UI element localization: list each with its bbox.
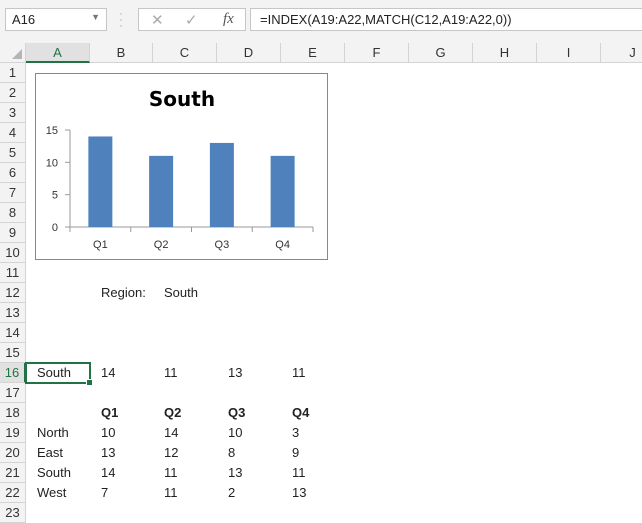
row-header-20[interactable]: 20 <box>0 443 26 463</box>
formula-bar-area: A16 ▼ · · · ✕ ✓ fx =INDEX(A19:A22,MATCH(C12… <box>0 0 642 43</box>
chart-title: South <box>149 87 215 111</box>
cell-E22[interactable]: 13 <box>281 483 306 503</box>
bar-Q1 <box>88 136 113 227</box>
cell-D16[interactable]: 13 <box>217 363 242 383</box>
cell-A21[interactable]: South <box>26 463 71 483</box>
x-tick-label: Q4 <box>275 239 290 251</box>
chart-svg: South 0 5 10 15 Q1 Q2 Q3 Q4 <box>46 87 314 251</box>
row-header-2[interactable]: 2 <box>0 83 26 103</box>
cell-B12[interactable]: Region: <box>90 283 146 303</box>
formula-input[interactable]: =INDEX(A19:A22,MATCH(C12,A19:A22,0)) <box>250 8 642 31</box>
row-header-6[interactable]: 6 <box>0 163 26 183</box>
column-header-B[interactable]: B <box>90 43 153 63</box>
select-all-button[interactable] <box>0 43 26 63</box>
cell-E19[interactable]: 3 <box>281 423 299 443</box>
column-header-C[interactable]: C <box>153 43 217 63</box>
cancel-icon[interactable]: ✕ <box>151 11 164 29</box>
cell-C16[interactable]: 11 <box>153 363 178 383</box>
row-header-7[interactable]: 7 <box>0 183 26 203</box>
row-header-21[interactable]: 21 <box>0 463 26 483</box>
cell-D22[interactable]: 2 <box>217 483 235 503</box>
column-header-G[interactable]: G <box>409 43 473 63</box>
bar-Q2 <box>149 155 174 227</box>
formula-buttons: ✕ ✓ fx <box>138 8 246 31</box>
cell-C20[interactable]: 12 <box>153 443 178 463</box>
cell-B16[interactable]: 14 <box>90 363 115 383</box>
cell-C22[interactable]: 11 <box>153 483 178 503</box>
row-header-3[interactable]: 3 <box>0 103 26 123</box>
y-tick-label: 10 <box>46 157 58 169</box>
cell-B19[interactable]: 10 <box>90 423 115 443</box>
cell-D18[interactable]: Q3 <box>217 403 245 423</box>
fx-icon[interactable]: fx <box>223 11 234 28</box>
row-header-19[interactable]: 19 <box>0 423 26 443</box>
row-header-11[interactable]: 11 <box>0 263 26 283</box>
cell-C21[interactable]: 11 <box>153 463 178 483</box>
cell-A22[interactable]: West <box>26 483 66 503</box>
row-header-13[interactable]: 13 <box>0 303 26 323</box>
row-header-14[interactable]: 14 <box>0 323 26 343</box>
cell-B22[interactable]: 7 <box>90 483 108 503</box>
row-header-9[interactable]: 9 <box>0 223 26 243</box>
column-header-D[interactable]: D <box>217 43 281 63</box>
cell-E20[interactable]: 9 <box>281 443 299 463</box>
column-header-J[interactable]: J <box>601 43 642 63</box>
column-header-I[interactable]: I <box>537 43 601 63</box>
cell-C19[interactable]: 14 <box>153 423 178 443</box>
selected-cell-indicator <box>25 362 93 386</box>
y-tick-label: 15 <box>46 125 58 137</box>
y-tick-label: 0 <box>52 222 58 234</box>
cell-B20[interactable]: 13 <box>90 443 115 463</box>
name-box-value: A16 <box>12 12 36 27</box>
x-tick-label: Q3 <box>215 239 230 251</box>
row-header-22[interactable]: 22 <box>0 483 26 503</box>
cell-C12[interactable]: South <box>153 283 198 303</box>
bar-Q3 <box>209 142 234 227</box>
row-header-10[interactable]: 10 <box>0 243 26 263</box>
row-header-5[interactable]: 5 <box>0 143 26 163</box>
cell-E18[interactable]: Q4 <box>281 403 309 423</box>
row-header-1[interactable]: 1 <box>0 63 26 83</box>
bar-Q4 <box>270 155 295 227</box>
row-header-18[interactable]: 18 <box>0 403 26 423</box>
chart[interactable]: South 0 5 10 15 Q1 Q2 Q3 Q4 <box>35 73 328 260</box>
cell-D21[interactable]: 13 <box>217 463 242 483</box>
cell-D19[interactable]: 10 <box>217 423 242 443</box>
chevron-down-icon[interactable]: ▼ <box>91 12 100 22</box>
row-header-17[interactable]: 17 <box>0 383 26 403</box>
row-header-4[interactable]: 4 <box>0 123 26 143</box>
cell-E16[interactable]: 11 <box>281 363 306 383</box>
grip-icon: · · · <box>119 6 123 32</box>
cell-A20[interactable]: East <box>26 443 63 463</box>
cell-D20[interactable]: 8 <box>217 443 235 463</box>
cell-C18[interactable]: Q2 <box>153 403 181 423</box>
row-header-8[interactable]: 8 <box>0 203 26 223</box>
enter-icon[interactable]: ✓ <box>185 11 198 29</box>
name-box[interactable]: A16 ▼ <box>5 8 107 31</box>
row-header-12[interactable]: 12 <box>0 283 26 303</box>
column-header-A[interactable]: A <box>26 43 90 63</box>
row-header-23[interactable]: 23 <box>0 503 26 523</box>
y-tick-label: 5 <box>52 190 58 202</box>
column-header-E[interactable]: E <box>281 43 345 63</box>
row-header-15[interactable]: 15 <box>0 343 26 363</box>
cell-B21[interactable]: 14 <box>90 463 115 483</box>
cell-A19[interactable]: North <box>26 423 69 443</box>
x-tick-label: Q1 <box>93 239 108 251</box>
x-tick-label: Q2 <box>154 239 169 251</box>
row-header-16[interactable]: 16 <box>0 363 26 383</box>
cell-B18[interactable]: Q1 <box>90 403 118 423</box>
cell-E21[interactable]: 11 <box>281 463 306 483</box>
column-header-F[interactable]: F <box>345 43 409 63</box>
column-header-H[interactable]: H <box>473 43 537 63</box>
